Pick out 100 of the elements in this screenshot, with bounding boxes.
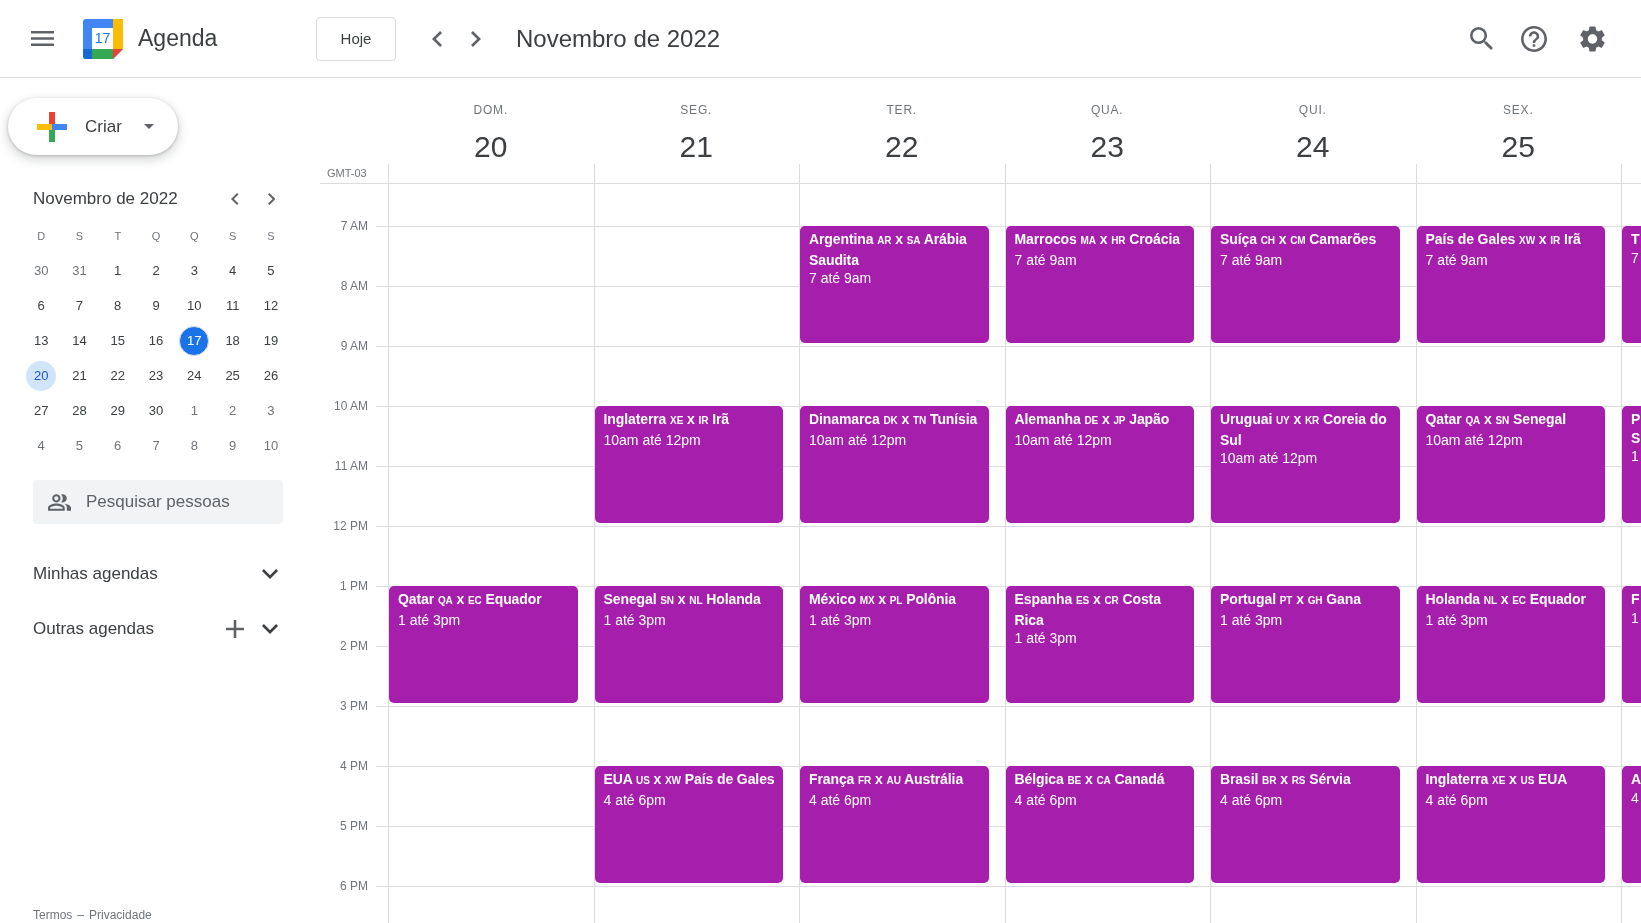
mini-calendar-day[interactable]: 3 [255,395,286,426]
event-time: 4 até 6pm [1220,790,1284,809]
event-title: Marrocos MA x HR Croácia [1014,230,1181,249]
event-time: 1 até 3pm [398,610,462,629]
event-card[interactable]: Espanha ES x CR Costa Rica 1 até 3pm [1005,586,1194,703]
mini-calendar-day[interactable]: 29 [102,395,133,426]
day-number[interactable]: 22 [885,130,919,164]
mini-calendar-day[interactable]: 14 [64,325,95,356]
mini-calendar-day[interactable]: 18 [217,325,248,356]
mini-calendar-day[interactable]: 11 [217,290,248,321]
mini-calendar-day[interactable]: 6 [26,290,57,321]
event-card[interactable]: País de Gales XW x IR Irã 7 até 9am [1416,226,1605,343]
event-time: 7 [1631,248,1640,267]
mini-calendar-day[interactable]: 9 [141,290,172,321]
calendar-section-label[interactable]: Minhas agendas [33,564,262,584]
event-card[interactable]: Senegal SN x NL Holanda 1 até 3pm [594,586,783,703]
help-icon[interactable] [1521,25,1547,52]
mini-calendar-day[interactable]: 4 [26,430,57,461]
day-number[interactable]: 21 [679,130,713,164]
mini-calendar-day[interactable]: 20 [26,360,57,391]
mini-calendar-day[interactable]: 8 [102,290,133,321]
event-card[interactable]: México MX x PL Polônia 1 até 3pm [800,586,989,703]
event-card[interactable]: Holanda NL x EC Equador 1 até 3pm [1416,586,1605,703]
mini-calendar-day[interactable]: 2 [217,395,248,426]
mini-calendar-day[interactable]: 23 [141,360,172,391]
mini-calendar-day[interactable]: 25 [217,360,248,391]
event-card[interactable]: Uruguai UY x KR Coreia do Sul 10am até 12pm [1211,406,1400,523]
footer-link[interactable]: Termos [33,908,73,922]
mini-calendar-day[interactable]: 9 [217,430,248,461]
mini-calendar-day[interactable]: 21 [64,360,95,391]
mini-calendar-day[interactable]: 15 [102,325,133,356]
event-card[interactable]: F 1 [1622,586,1641,703]
mini-calendar-day[interactable]: 22 [102,360,133,391]
mini-calendar-day[interactable]: 1 [179,395,210,426]
menu-icon[interactable] [31,31,54,46]
mini-calendar-day[interactable]: 8 [179,430,210,461]
event-card[interactable]: Qatar QA x EC Equador 1 até 3pm [389,586,578,703]
mini-calendar-day[interactable]: 2 [141,255,172,286]
mini-calendar-day[interactable]: 24 [179,360,210,391]
event-card[interactable]: Bélgica BE x CA Canadá 4 até 6pm [1005,766,1194,883]
mini-calendar-day[interactable]: 10 [255,430,286,461]
day-number[interactable]: 25 [1501,130,1535,164]
search-icon[interactable] [1470,27,1493,50]
mini-calendar-day[interactable]: 7 [64,290,95,321]
event-card[interactable]: Marrocos MA x HR Croácia 7 até 9am [1005,226,1194,343]
event-card[interactable]: Dinamarca DK x TN Tunísia 10am até 12pm [800,406,989,523]
event-card[interactable]: Portugal PT x GH Gana 1 até 3pm [1211,586,1400,703]
mini-calendar-day[interactable]: 4 [217,255,248,286]
mini-calendar-day[interactable]: 28 [64,395,95,426]
event-card[interactable]: Brasil BR x RS Sérvia 4 até 6pm [1211,766,1400,883]
event-card[interactable]: EUA US x XW País de Gales 4 até 6pm [594,766,783,883]
create-button[interactable]: Criar [8,98,178,155]
settings-icon[interactable] [1580,25,1605,52]
chevron-left-icon[interactable] [432,30,442,47]
event-title: Portugal PT x GH Gana [1220,590,1362,609]
event-card[interactable]: Inglaterra XE x US EUA 4 até 6pm [1416,766,1605,883]
mini-calendar-day[interactable]: 6 [102,430,133,461]
event-card[interactable]: T 7 [1622,226,1641,343]
mini-calendar-day[interactable]: 12 [255,290,286,321]
mini-calendar-day[interactable]: 7 [141,430,172,461]
day-number[interactable]: 20 [474,130,508,164]
today-button[interactable]: Hoje [316,16,396,61]
day-number[interactable]: 24 [1296,130,1330,164]
event-card[interactable]: Inglaterra XE x IR Irã 10am até 12pm [594,406,783,523]
event-card[interactable]: A 4 [1622,766,1641,883]
hour-label: 9 AM [340,339,368,353]
chevron-left-icon[interactable] [231,193,239,205]
event-card[interactable]: Suíça CH x CM Camarões 7 até 9am [1211,226,1400,343]
timezone-label: GMT-03 [327,167,367,179]
event-card[interactable]: Qatar QA x SN Senegal 10am até 12pm [1416,406,1605,523]
mini-calendar-day[interactable]: 5 [64,430,95,461]
mini-calendar-day[interactable]: 5 [255,255,286,286]
mini-calendar-day[interactable]: 19 [255,325,286,356]
calendar-section-label[interactable]: Outras agendas [33,619,226,639]
event-card[interactable]: Alemanha DE x JP Japão 10am até 12pm [1005,406,1194,523]
day-number[interactable]: 23 [1090,130,1124,164]
mini-calendar-day[interactable]: 10 [179,290,210,321]
event-time: 1 [1631,447,1640,466]
event-time: 10am até 12pm [1014,430,1113,449]
mini-calendar-day[interactable]: 3 [179,255,210,286]
mini-calendar-day[interactable]: 26 [255,360,286,391]
mini-calendar-day[interactable]: 1 [102,255,133,286]
mini-calendar-day[interactable]: 30 [141,395,172,426]
mini-calendar-day[interactable]: 13 [26,325,57,356]
chevron-right-icon[interactable] [267,193,275,205]
event-time: 4 [1631,788,1640,807]
mini-calendar-day[interactable]: 30 [26,255,57,286]
mini-calendar-day[interactable]: 17 [179,325,210,356]
mini-calendar-day[interactable]: 31 [64,255,95,286]
people-search-field[interactable]: Pesquisar pessoas [33,480,283,524]
mini-calendar-day[interactable]: 16 [141,325,172,356]
mini-calendar-day[interactable]: 27 [26,395,57,426]
event-card[interactable]: P S 1 [1622,406,1641,523]
chevron-right-icon[interactable] [471,30,481,47]
add-icon[interactable] [226,620,244,638]
chevron-down-icon[interactable] [262,624,278,634]
footer-link[interactable]: Privacidade [89,908,152,922]
chevron-down-icon[interactable] [262,569,278,579]
event-card[interactable]: França FR x AU Austrália 4 até 6pm [800,766,989,883]
event-card[interactable]: Argentina AR x SA Arábia Saudita 7 até 9am [800,226,989,343]
